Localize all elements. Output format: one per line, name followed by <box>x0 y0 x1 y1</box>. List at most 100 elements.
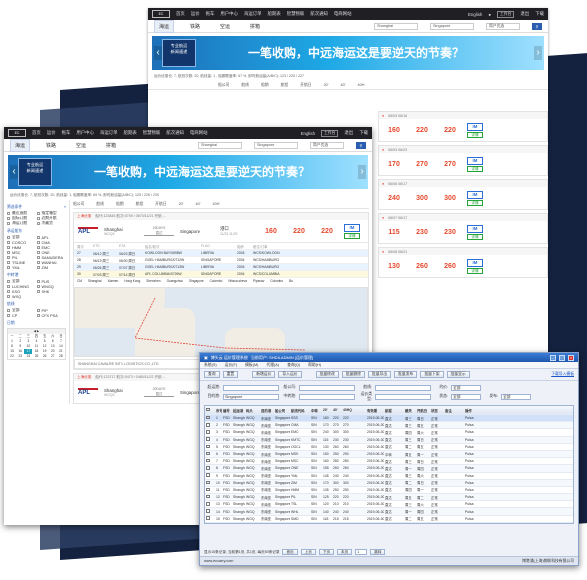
map-tab[interactable]: CM <box>77 279 82 284</box>
batch-delete-button[interactable]: 批量删除 <box>341 371 365 378</box>
grid-row[interactable]: 1 FSDShanghaiWGQ 东南亚SingaporeSSS SIN 160 220 2… <box>205 415 573 423</box>
map-tab[interactable]: Guangzhou <box>167 279 183 284</box>
row-checkbox[interactable] <box>205 458 215 464</box>
download-template-link[interactable]: 下载导入模板 <box>551 372 574 377</box>
pub-select[interactable]: 全部 <box>501 393 531 400</box>
nav-freight[interactable]: 运价 <box>47 130 56 136</box>
row-checkbox[interactable] <box>205 451 215 457</box>
chevron-left-icon[interactable]: ‹ <box>154 46 162 60</box>
grid-row[interactable]: 4 FSDShanghaiWGQ 东南亚SingaporeKMTC SIN 115 230… <box>205 436 573 444</box>
tab-sea[interactable]: 海运 <box>154 19 175 33</box>
schedule-row[interactable]: 28 06/19 周三 06/30 周日 GOEL HAMBURG/0712W SING… <box>74 257 368 264</box>
carrier-input[interactable] <box>299 384 355 391</box>
tab-lcl[interactable]: 拼箱 <box>246 21 264 32</box>
prev-page-button[interactable]: 上页 <box>300 549 316 555</box>
im-button[interactable]: IM <box>467 122 483 131</box>
col-route[interactable]: 航线 <box>241 83 249 88</box>
grid-header-checkbox[interactable] <box>205 407 215 413</box>
record-body[interactable]: APL Shanghai WGQ3 19DAYS 直达 Singapore 港口 11… <box>74 220 368 242</box>
filter-checkbox[interactable]: 冷藏货 <box>36 221 67 226</box>
destination-select[interactable]: Singapore <box>430 22 474 30</box>
category-select[interactable]: 简户优选 <box>486 22 520 30</box>
row-checkbox[interactable] <box>205 473 215 478</box>
reset-button[interactable]: 重置 <box>222 371 239 378</box>
col-route[interactable]: 航线 <box>96 202 104 207</box>
map-tab[interactable]: Hong Kong <box>124 279 140 284</box>
tab-air[interactable]: 空运 <box>72 140 90 151</box>
tab-sea[interactable]: 海运 <box>10 138 31 152</box>
grid-row[interactable]: 6 FSDShanghaiWGQ 东南亚SingaporeMSK SIN 150 250 2… <box>205 450 573 459</box>
nav-shop[interactable]: 电商网站 <box>190 130 208 136</box>
first-page-button[interactable]: 首页 <box>282 549 298 555</box>
nav-user[interactable]: 用户中心 <box>220 11 238 17</box>
detail-button[interactable]: 详情 <box>467 233 483 240</box>
im-button[interactable]: IM <box>467 190 483 199</box>
language-link[interactable]: English <box>301 131 315 136</box>
search-icon[interactable]: ⚲ <box>532 22 542 30</box>
col-40h[interactable]: 40H <box>212 202 219 206</box>
last-page-button[interactable]: 末页 <box>337 549 353 555</box>
filter-checkbox[interactable]: WXQ <box>7 294 37 299</box>
search-icon[interactable]: ⚲ <box>356 141 366 149</box>
origin-select[interactable]: Shanghai <box>374 22 418 30</box>
minimize-icon[interactable]: – <box>550 354 556 361</box>
col-etd[interactable]: 开航日 <box>155 202 166 207</box>
logout-link[interactable]: 退出 <box>520 11 529 17</box>
page-input[interactable]: 1 <box>355 549 368 555</box>
menu-agent[interactable]: 代理(A) <box>266 363 279 367</box>
nav-notice[interactable]: 航次通知 <box>310 11 328 17</box>
map-tab[interactable]: Shanghai <box>88 279 101 284</box>
promo-banner[interactable]: ‹ 专业航运 新闻速递 一笔收购，中远海运这是要逆天的节奏？ › <box>8 155 368 189</box>
menu-help[interactable]: 帮助(H) <box>308 363 321 367</box>
grid-row[interactable]: 2 FSDShanghaiWGQ 东南亚SingaporeCMA SIN 170 270 2… <box>205 422 573 430</box>
col-transit[interactable]: 航程 <box>136 202 144 207</box>
route-map[interactable] <box>74 287 368 357</box>
im-button[interactable]: IM <box>467 258 483 267</box>
detail-button[interactable]: 详情 <box>467 267 483 274</box>
grid-row[interactable]: 8 FSDShanghaiWGQ 东南亚SingaporeONE SIN 155 260 2… <box>205 465 573 473</box>
detail-button[interactable]: 详情 <box>467 199 483 206</box>
maximize-icon[interactable]: □ <box>559 354 565 361</box>
map-tab[interactable]: Singapore <box>189 279 204 284</box>
go-page-button[interactable]: 跳转 <box>370 549 386 555</box>
schedule-row[interactable]: 27 06/12 周三 06/23 周日 KOWLOON BAY/0698W LIBER… <box>74 250 368 257</box>
batch-edit-button[interactable]: 批量修改 <box>315 371 339 378</box>
col-40[interactable]: 40' <box>341 83 346 87</box>
detail-button[interactable]: 详情 <box>467 165 483 172</box>
col-schedule[interactable]: 船期 <box>116 202 124 207</box>
download-link[interactable]: 下载 <box>359 130 368 136</box>
chevron-right-icon[interactable]: › <box>358 165 366 179</box>
chevron-left-icon[interactable]: ‹ <box>10 165 18 179</box>
schedule-row[interactable]: 29 06/26 周三 07/07 周日 GOEL HAMBURG/0713W LIBE… <box>74 264 368 271</box>
row-checkbox[interactable] <box>205 516 215 521</box>
nav-freight[interactable]: 运价 <box>191 11 200 17</box>
nav-truck[interactable]: 拖车 <box>206 11 215 17</box>
filter-checkbox[interactable]: 海运订舱 <box>7 221 37 226</box>
col-20[interactable]: 20' <box>324 83 329 87</box>
workspace-button[interactable]: 工作台 <box>497 10 515 18</box>
menu-system[interactable]: 系统(S) <box>204 363 217 367</box>
type-input[interactable] <box>375 384 431 391</box>
row-checkbox[interactable] <box>205 415 215 421</box>
row-checkbox[interactable] <box>205 444 215 450</box>
menu-query[interactable]: 查询(Q) <box>287 363 300 367</box>
detail-button[interactable]: 详情 <box>467 131 483 138</box>
tab-lcl[interactable]: 拼箱 <box>102 140 120 151</box>
nav-iot[interactable]: 智慧物联 <box>143 130 161 136</box>
add-rate-button[interactable]: 新增运价 <box>252 371 276 378</box>
nav-orders[interactable]: 海运订单 <box>100 130 118 136</box>
nav-truck[interactable]: 拖车 <box>62 130 71 136</box>
map-tab[interactable]: Shenzhen <box>146 279 160 284</box>
nav-notice[interactable]: 航次通知 <box>166 130 184 136</box>
map-tab[interactable]: Colombo <box>270 279 283 284</box>
nav-orders[interactable]: 海运订单 <box>244 11 262 17</box>
im-button[interactable]: IM <box>467 156 483 165</box>
date-calendar[interactable]: ◀ ▶ 一二三四五六日 1234567 8 9 10 11 12 13 14 15 16 17 1… <box>7 328 66 360</box>
im-button[interactable]: IM <box>344 223 360 232</box>
query-button[interactable]: 查询 <box>204 371 220 378</box>
promo-banner[interactable]: ‹ 专业航运 新闻速递 一笔收购，中远海运这是要逆天的节奏？ › <box>152 36 544 70</box>
grid-row[interactable]: 14FSDShanghaiWGQ 东南亚SingaporeWHL SIN 140 240… <box>205 508 573 516</box>
grid-row[interactable]: 9 FSDShanghaiWGQ 东南亚SingaporeYML SIN 145 240 2… <box>205 473 573 480</box>
category-select[interactable]: 简户优选 <box>310 141 344 149</box>
filter-checkbox[interactable]: YML <box>7 265 37 270</box>
